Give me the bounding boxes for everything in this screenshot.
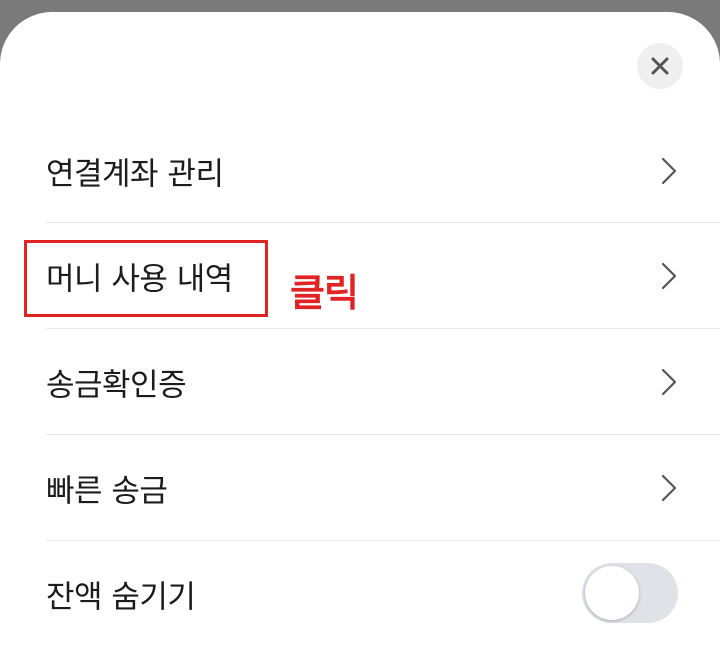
menu-item-linked-account[interactable]: 연결계좌 관리 — [0, 118, 720, 224]
menu-item-label: 빠른 송금 — [46, 473, 168, 510]
menu-item-label: 연결계좌 관리 — [46, 156, 224, 193]
annotation-click-label: 클릭 — [290, 271, 359, 315]
chevron-right-icon — [661, 262, 677, 290]
close-button[interactable] — [637, 43, 683, 89]
annotation-highlight-box — [24, 240, 268, 317]
menu-item-quick-transfer[interactable]: 빠른 송금 — [0, 435, 720, 541]
chevron-right-icon — [661, 474, 677, 502]
menu-item-transfer-receipt[interactable]: 송금확인증 — [0, 329, 720, 435]
menu-item-label: 잔액 숨기기 — [46, 579, 196, 616]
hide-balance-toggle[interactable] — [582, 563, 678, 623]
menu-item-label: 송금확인증 — [46, 367, 187, 404]
toggle-knob — [585, 566, 639, 620]
chevron-right-icon — [661, 157, 677, 185]
chevron-right-icon — [661, 368, 677, 396]
close-icon — [651, 57, 669, 75]
